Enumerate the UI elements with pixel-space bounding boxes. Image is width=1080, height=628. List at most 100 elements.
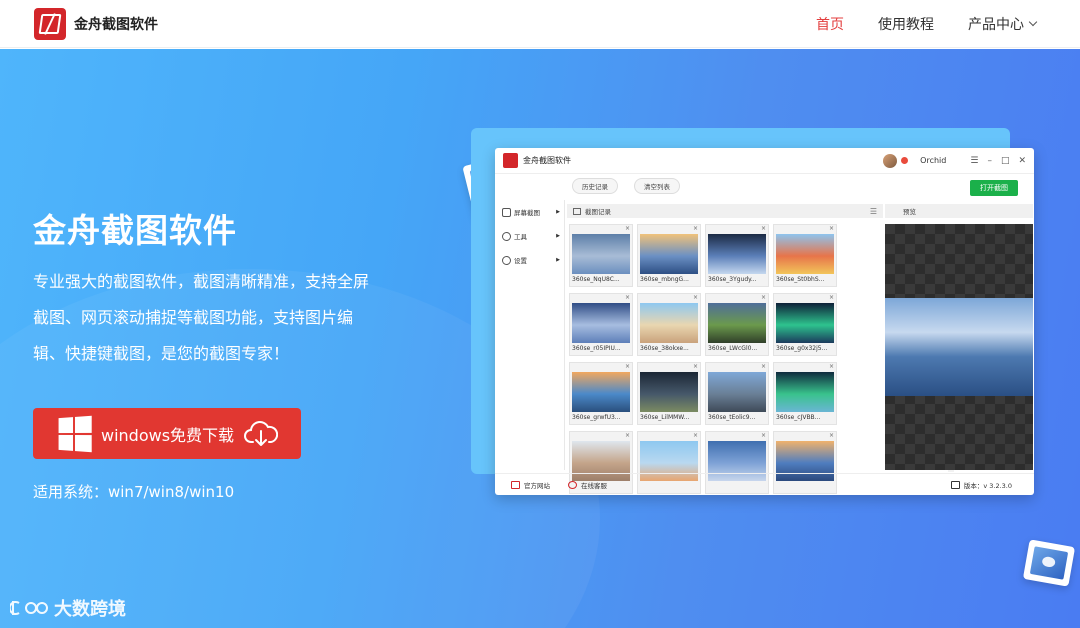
official-website-link[interactable]: 官方网站 (511, 480, 550, 490)
remove-thumbnail-icon[interactable]: × (625, 432, 630, 439)
clear-list-button[interactable]: 清空列表 (634, 178, 680, 194)
app-footer: 官方网站 在线客服 版本：v 3.2.3.0 (495, 473, 1034, 495)
app-toolbar: 历史记录 清空列表 打开截图 (495, 174, 1034, 198)
nav-products-label: 产品中心 (968, 16, 1024, 33)
thumbnail-image (640, 372, 698, 412)
app-titlebar: 金舟截图软件 Orchid ☰ – □ ✕ (495, 148, 1034, 174)
remove-thumbnail-icon[interactable]: × (829, 294, 834, 301)
remove-thumbnail-icon[interactable]: × (761, 225, 766, 232)
history-header: 截图记录 ☰ (567, 204, 883, 218)
thumbnail-image (776, 372, 834, 412)
preview-header: 预览 (885, 204, 1033, 218)
online-support-link[interactable]: 在线客服 (568, 480, 607, 490)
remove-thumbnail-icon[interactable]: × (625, 225, 630, 232)
vip-badge-icon (901, 157, 909, 164)
thumbnail-image (640, 303, 698, 343)
view-list-icon[interactable]: ☰ (870, 207, 877, 216)
thumbnail-item[interactable]: × 360se_g0x32j5... (773, 293, 837, 356)
thumbnail-caption: 360se_St0bhS... (776, 276, 825, 283)
app-window: 金舟截图软件 Orchid ☰ – □ ✕ 历史记录 清空列表 打开截图 屏幕截… (495, 148, 1034, 495)
remove-thumbnail-icon[interactable]: × (829, 432, 834, 439)
thumbnail-item[interactable]: × 360se_LWcGl0... (705, 293, 769, 356)
app-logo-icon (503, 153, 518, 168)
sidebar-item-label: 工具 (514, 233, 527, 241)
cloud-download-icon (244, 420, 279, 446)
history-button[interactable]: 历史记录 (572, 178, 618, 194)
app-body: 屏幕截图 ▶ 工具 ▶ 设置 ▶ 截图记录 ☰ × 360se_NqU8C... ×… (495, 200, 1034, 494)
remove-thumbnail-icon[interactable]: × (761, 432, 766, 439)
sidebar-item-label: 屏幕截图 (514, 209, 540, 217)
avatar[interactable] (883, 153, 898, 168)
remove-thumbnail-icon[interactable]: × (693, 432, 698, 439)
remove-thumbnail-icon[interactable]: × (829, 363, 834, 370)
thumbnail-image (572, 303, 630, 343)
remove-thumbnail-icon[interactable]: × (693, 363, 698, 370)
thumbnail-item[interactable]: × 360se_r05IPIU... (569, 293, 633, 356)
thumbnail-caption: 360se_mbngG... (640, 276, 689, 283)
menu-icon[interactable]: ☰ (970, 156, 978, 166)
watermark-logo-icon (10, 601, 48, 615)
user-name: Orchid (920, 156, 947, 165)
remove-thumbnail-icon[interactable]: × (829, 225, 834, 232)
thumbnail-image (572, 372, 630, 412)
list-icon (573, 207, 581, 215)
nav-home[interactable]: 首页 (816, 14, 844, 34)
sidebar-item-settings[interactable]: 设置 ▶ (495, 248, 564, 272)
thumbnail-item[interactable]: × 360se_mbngG... (637, 224, 701, 287)
remove-thumbnail-icon[interactable]: × (625, 363, 630, 370)
remove-thumbnail-icon[interactable]: × (693, 294, 698, 301)
thumbnail-caption: 360se_tEolic9... (708, 414, 756, 421)
thumbnail-caption: 360se_LilMMW... (640, 414, 690, 421)
open-screenshot-button[interactable]: 打开截图 (970, 180, 1018, 196)
version-info: 版本：v 3.2.3.0 (950, 480, 1012, 490)
close-icon[interactable]: ✕ (1018, 156, 1026, 166)
app-title: 金舟截图软件 (523, 156, 571, 165)
preview-panel: 预览 (885, 204, 1033, 470)
thumbnail-image (640, 234, 698, 274)
download-button-label: windows免费下载 (101, 425, 235, 445)
nav-tutorial[interactable]: 使用教程 (878, 14, 934, 34)
thumbnail-caption: 360se_LWcGl0... (708, 345, 758, 352)
windows-download-button[interactable]: windows免费下载 (33, 408, 301, 459)
maximize-icon[interactable]: □ (1001, 156, 1010, 166)
thumbnail-item[interactable]: × 360se_NqU8C... (569, 224, 633, 287)
app-sidebar: 屏幕截图 ▶ 工具 ▶ 设置 ▶ (495, 200, 565, 470)
brand[interactable]: 金舟截图软件 (34, 7, 158, 40)
app-user-area[interactable]: Orchid (883, 153, 947, 168)
thumbnail-caption: 360se_g0x32j5... (776, 345, 828, 352)
minimize-icon[interactable]: – (987, 156, 992, 166)
gear-icon (502, 255, 511, 265)
remove-thumbnail-icon[interactable]: × (761, 363, 766, 370)
thumbnail-caption: 360se_grwfU3... (572, 414, 621, 421)
thumbnail-caption: 360se_38okxe... (640, 345, 689, 352)
thumbnail-item[interactable]: × 360se_tEolic9... (705, 362, 769, 425)
thumbnail-image (708, 234, 766, 274)
thumbnail-item[interactable]: × 360se_LilMMW... (637, 362, 701, 425)
sidebar-item-tools[interactable]: 工具 ▶ (495, 224, 564, 248)
thumbnail-image (776, 303, 834, 343)
thumbnail-image (708, 303, 766, 343)
sidebar-item-screenshot[interactable]: 屏幕截图 ▶ (495, 200, 564, 224)
thumbnail-item[interactable]: × 360se_cJVBB... (773, 362, 837, 425)
sidebar-item-label: 设置 (514, 257, 527, 265)
thumbnail-caption: 360se_cJVBB... (776, 414, 821, 421)
watermark: 大数跨境 (10, 595, 126, 621)
brand-logo-icon (34, 7, 66, 40)
watermark-text: 大数跨境 (54, 599, 126, 620)
chevron-right-icon: ▶ (556, 257, 560, 263)
thumbnail-item[interactable]: × 360se_38okxe... (637, 293, 701, 356)
remove-thumbnail-icon[interactable]: × (693, 225, 698, 232)
brand-name: 金舟截图软件 (74, 16, 158, 33)
remove-thumbnail-icon[interactable]: × (761, 294, 766, 301)
version-label: 版本：v 3.2.3.0 (963, 481, 1012, 490)
thumbnail-item[interactable]: × 360se_St0bhS... (773, 224, 837, 287)
thumbnail-item[interactable]: × 360se_3Ygudy... (705, 224, 769, 287)
hero-title: 金舟截图软件 (33, 211, 237, 250)
screenshot-history-panel: 截图记录 ☰ × 360se_NqU8C... × 360se_mbngG... × 36… (567, 204, 954, 494)
nav-products[interactable]: 产品中心 (968, 14, 1038, 34)
system-requirements: 适用系统：win7/win8/win10 (33, 483, 235, 501)
remove-thumbnail-icon[interactable]: × (625, 294, 630, 301)
top-navbar: 金舟截图软件 首页 使用教程 产品中心 (0, 0, 1080, 48)
thumbnail-item[interactable]: × 360se_grwfU3... (569, 362, 633, 425)
preview-canvas (885, 224, 1033, 470)
